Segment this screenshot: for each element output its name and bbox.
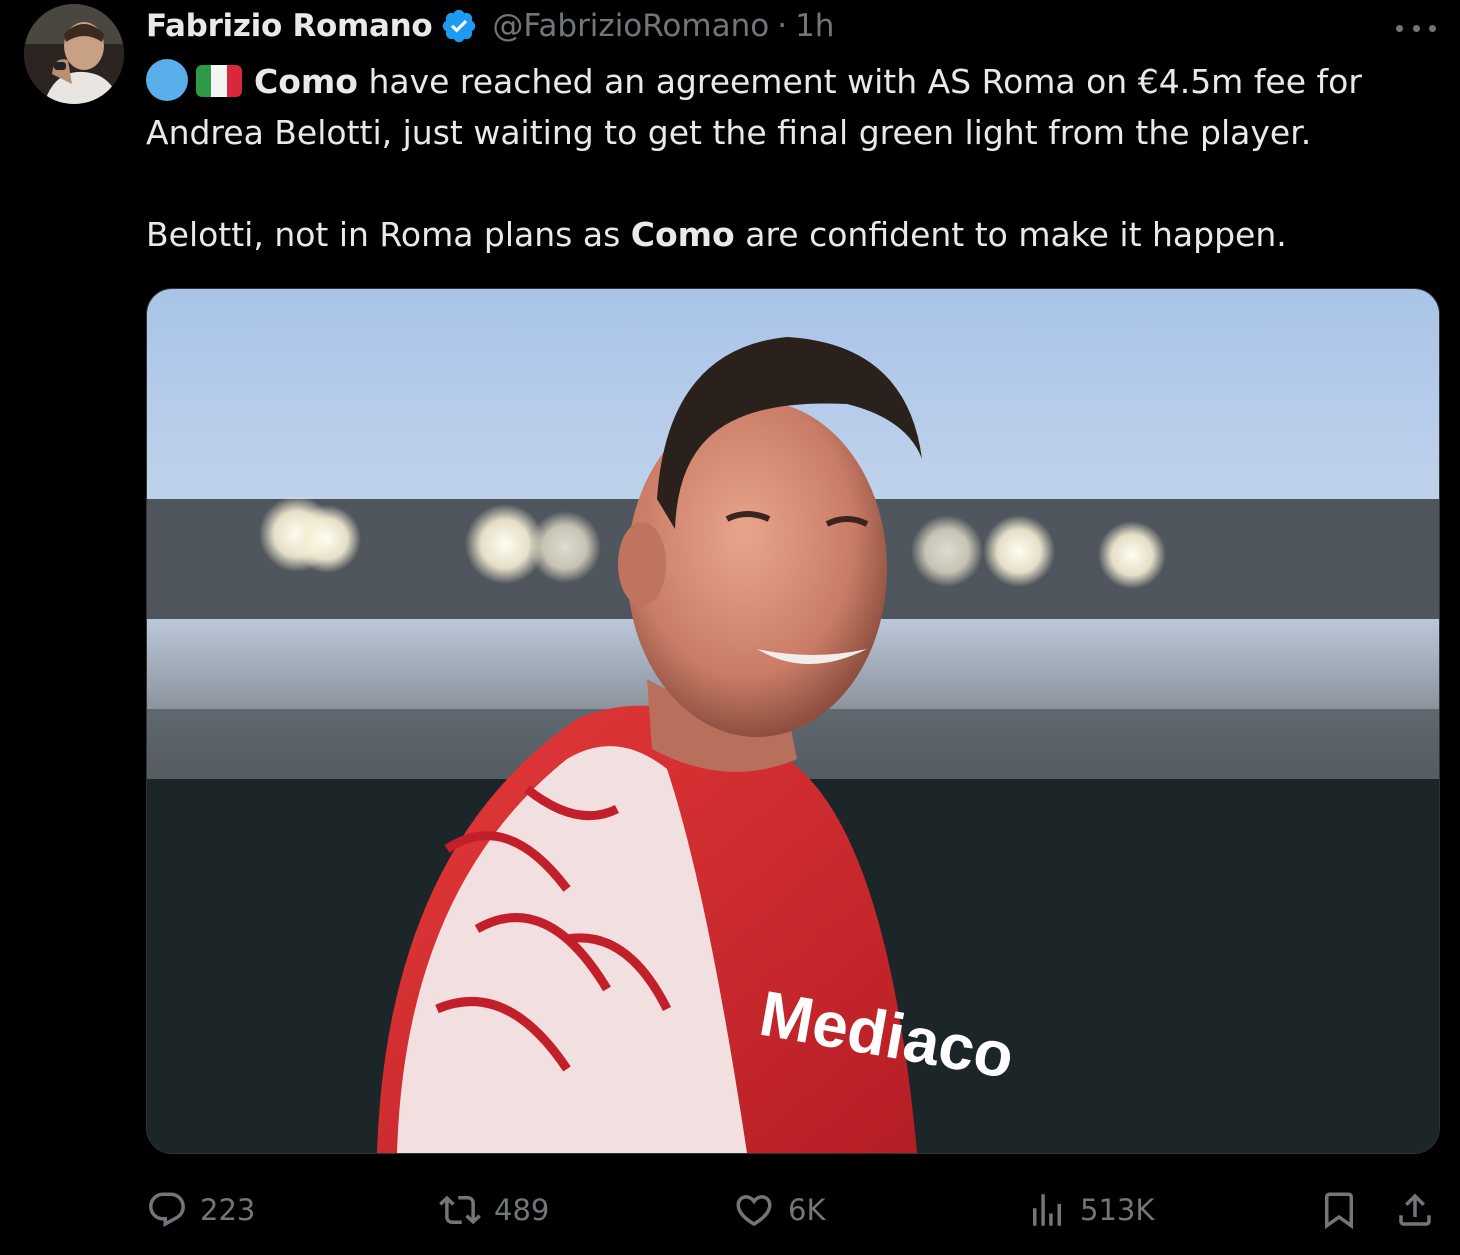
blue-circle-emoji-icon — [146, 59, 188, 101]
tweet-text: Como have reached an agreement with AS R… — [146, 56, 1436, 260]
bookmark-icon — [1318, 1189, 1360, 1231]
tweet-paragraph-2: Belotti, not in Roma plans as Como are c… — [146, 209, 1436, 260]
tweet-actions-bar: 223 489 6K 513K — [0, 1180, 1460, 1240]
more-dot — [1412, 24, 1420, 32]
share-button[interactable] — [1394, 1180, 1436, 1240]
heart-icon — [732, 1189, 776, 1231]
more-options-icon[interactable] — [1396, 18, 1436, 38]
separator-dot: · — [777, 8, 788, 44]
reply-button[interactable]: 223 — [146, 1180, 255, 1240]
tweet-photo[interactable]: Mediaco — [146, 288, 1440, 1154]
views-count: 513K — [1080, 1193, 1155, 1227]
more-dot — [1396, 24, 1403, 32]
views-button[interactable]: 513K — [1026, 1180, 1154, 1240]
club-name-bold: Como — [630, 215, 735, 254]
like-count: 6K — [788, 1193, 826, 1227]
share-icon — [1394, 1189, 1436, 1231]
reply-icon — [146, 1189, 188, 1231]
analytics-icon — [1026, 1189, 1068, 1231]
reply-count: 223 — [200, 1193, 256, 1227]
verified-badge-icon[interactable] — [440, 7, 478, 45]
tweet[interactable]: Fabrizio Romano @FabrizioRomano · 1h Com… — [0, 0, 1460, 1255]
more-dot — [1429, 24, 1436, 32]
repost-button[interactable]: 489 — [438, 1180, 549, 1240]
italy-flag-emoji-icon — [196, 65, 242, 97]
author-display-name[interactable]: Fabrizio Romano — [146, 8, 433, 44]
tweet-header: Fabrizio Romano @FabrizioRomano · 1h — [146, 2, 834, 50]
tweet-timestamp[interactable]: 1h — [795, 8, 834, 44]
author-handle[interactable]: @FabrizioRomano — [492, 8, 769, 44]
tweet-paragraph-1: Como have reached an agreement with AS R… — [146, 56, 1436, 158]
bookmark-button[interactable] — [1318, 1180, 1360, 1240]
tweet-text-segment: are confident to make it happen. — [734, 215, 1287, 254]
club-name-bold: Como — [254, 62, 358, 101]
repost-count: 489 — [494, 1193, 550, 1227]
like-button[interactable]: 6K — [732, 1180, 825, 1240]
author-avatar[interactable] — [24, 4, 124, 104]
tweet-text-segment: Belotti, not in Roma plans as — [146, 215, 631, 254]
repost-icon — [438, 1189, 482, 1231]
